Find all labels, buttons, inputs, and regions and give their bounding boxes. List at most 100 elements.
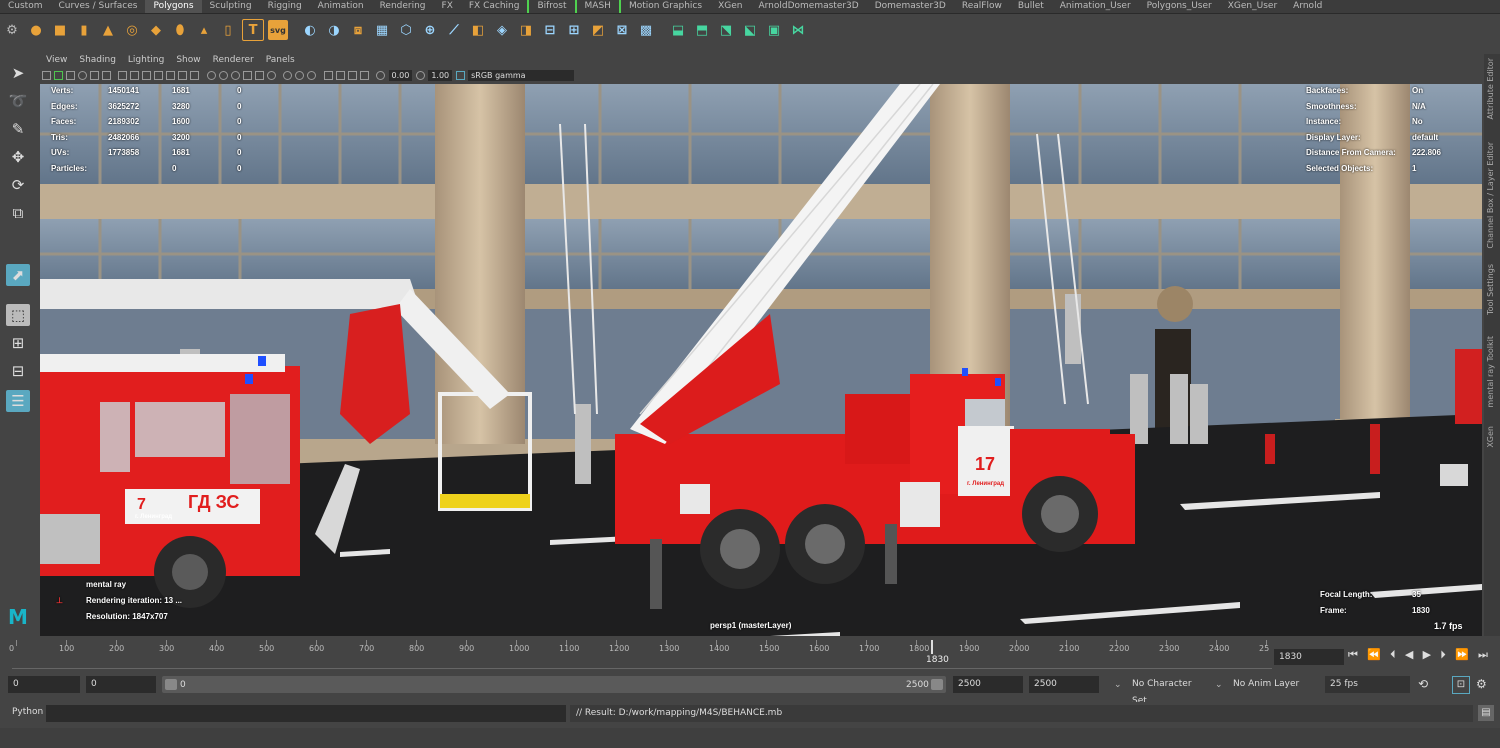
safe-action-icon[interactable]	[178, 71, 187, 80]
poly-plane-icon[interactable]: ◆	[146, 20, 166, 40]
lasso-tool-icon[interactable]: ➰	[6, 90, 30, 112]
image-plane-icon[interactable]	[77, 71, 87, 80]
shelf-tab-bullet[interactable]: Bullet	[1010, 0, 1052, 13]
exposure-field[interactable]: 0.00	[388, 70, 413, 81]
xray-components-icon[interactable]	[359, 71, 369, 80]
play-forward-icon[interactable]: ▶	[1423, 648, 1431, 664]
bool-icon[interactable]: ⊕	[420, 20, 440, 40]
shelf-tab-bifrost[interactable]: Bifrost	[527, 0, 574, 13]
single-perspective-layout-icon[interactable]: ⬚	[6, 304, 30, 326]
safe-title-icon[interactable]	[190, 71, 199, 80]
field-chart-icon[interactable]	[166, 71, 175, 80]
outliner-layout-icon[interactable]: ☰	[6, 390, 30, 412]
poly-pipe-icon[interactable]: ▯	[218, 20, 238, 40]
move-tool-icon[interactable]: ✥	[6, 146, 30, 168]
text-tool-icon[interactable]: T	[242, 19, 264, 41]
view-transform-dropdown[interactable]: sRGB gamma	[468, 70, 575, 81]
combine-icon[interactable]: ◐	[300, 20, 320, 40]
rotate-tool-icon[interactable]: ⟳	[6, 174, 30, 196]
shadows-icon[interactable]	[254, 71, 264, 80]
play-backward-icon[interactable]: ◀	[1405, 648, 1413, 664]
end-time-field[interactable]: 2500	[1029, 676, 1099, 693]
command-input[interactable]	[46, 705, 566, 722]
go-to-end-icon[interactable]: ⏭	[1478, 648, 1488, 664]
smooth-icon[interactable]: ▦	[372, 20, 392, 40]
panel-menu-panels[interactable]: Panels	[260, 54, 301, 67]
shelf-tab-arnold[interactable]: Arnold	[1285, 0, 1330, 13]
bevel-icon[interactable]: ◈	[492, 20, 512, 40]
anim-end-field[interactable]: 2500	[953, 676, 1023, 693]
shelf-tab-fx[interactable]: FX	[434, 0, 461, 13]
extrude-icon[interactable]: ◧	[468, 20, 488, 40]
xray-joints-icon[interactable]	[347, 71, 357, 80]
step-back-key-icon[interactable]: ⏪	[1367, 648, 1381, 664]
uv-editor-icon[interactable]: ▩	[636, 20, 656, 40]
side-tab-xgen[interactable]: XGen	[1486, 426, 1495, 448]
gate-mask-icon[interactable]	[154, 71, 163, 80]
panel-menu-show[interactable]: Show	[170, 54, 206, 67]
start-time-field[interactable]: 0	[8, 676, 80, 693]
shelf-tab-motion-graphics[interactable]: Motion Graphics	[618, 0, 710, 13]
paint-select-icon[interactable]: ✎	[6, 118, 30, 140]
range-slider[interactable]	[162, 676, 946, 693]
shelf-tab-curves-surfaces[interactable]: Curves / Surfaces	[50, 0, 145, 13]
auto-key-icon[interactable]: ⊡	[1452, 676, 1470, 694]
last-tool-icon[interactable]: ⬈	[6, 264, 30, 286]
step-forward-frame-icon[interactable]: ⏵	[1440, 648, 1446, 664]
two-d-pan-icon[interactable]	[89, 71, 99, 80]
panel-menu-view[interactable]: View	[40, 54, 73, 67]
side-tab-channel-box-layer-editor[interactable]: Channel Box / Layer Editor	[1486, 142, 1495, 249]
edge-loop-icon[interactable]: ⊞	[564, 20, 584, 40]
range-start-handle[interactable]	[165, 679, 177, 690]
textured-icon[interactable]	[230, 71, 240, 80]
isolate-select-icon[interactable]	[323, 71, 333, 80]
anim-layer-menu-icon[interactable]: ⌄	[1215, 680, 1223, 690]
shelf-tab-xgen-user[interactable]: XGen_User	[1220, 0, 1285, 13]
exposure-icon[interactable]	[376, 71, 385, 80]
gamma-icon[interactable]	[415, 71, 425, 80]
spherical-map-icon[interactable]: ⬔	[716, 20, 736, 40]
resolution-gate-icon[interactable]	[142, 71, 151, 80]
poly-cylinder-icon[interactable]: ▮	[74, 20, 94, 40]
select-tool-icon[interactable]: ➤	[6, 62, 30, 84]
preferences-icon[interactable]: ⚙	[1476, 677, 1487, 691]
anim-layer-dropdown[interactable]: No Anim Layer	[1228, 676, 1313, 693]
anti-aliasing-icon[interactable]	[295, 71, 304, 80]
panel-menu-renderer[interactable]: Renderer	[207, 54, 260, 67]
film-gate-icon[interactable]	[130, 71, 139, 80]
separate-icon[interactable]: ◑	[324, 20, 344, 40]
shelf-tab-mash[interactable]: MASH	[574, 0, 619, 13]
go-to-start-icon[interactable]: ⏮	[1348, 648, 1358, 664]
time-cursor[interactable]	[931, 640, 933, 654]
shelf-tab-rendering[interactable]: Rendering	[372, 0, 434, 13]
ambient-occlusion-icon[interactable]	[266, 71, 276, 80]
lights-icon[interactable]	[242, 71, 252, 80]
range-end-handle[interactable]	[931, 679, 943, 690]
shelf-settings-icon[interactable]: ⚙	[2, 20, 22, 40]
remesh-icon[interactable]: ⬡	[396, 20, 416, 40]
shelf-tab-xgen[interactable]: XGen	[710, 0, 750, 13]
poly-pyramid-icon[interactable]: ▴	[194, 20, 214, 40]
bridge-icon[interactable]: ⟋	[444, 20, 464, 40]
shelf-tab-sculpting[interactable]: Sculpting	[202, 0, 260, 13]
side-tab-mental-ray-toolkit[interactable]: mental ray Toolkit	[1486, 336, 1495, 408]
shelf-tab-rigging[interactable]: Rigging	[260, 0, 310, 13]
grease-pencil-icon[interactable]	[101, 71, 111, 80]
two-view-layout-icon[interactable]: ⊟	[6, 360, 30, 382]
shelf-tab-polygons[interactable]: Polygons	[145, 0, 202, 13]
character-set-dropdown[interactable]: No Character Set	[1127, 676, 1207, 706]
fps-dropdown[interactable]: 25 fps	[1325, 676, 1410, 693]
wireframe-icon[interactable]	[206, 71, 216, 80]
script-editor-icon[interactable]: ▤	[1478, 705, 1494, 721]
motion-blur-icon[interactable]	[283, 71, 292, 80]
camera-attributes-icon[interactable]	[53, 71, 63, 80]
multicut-icon[interactable]: ⊟	[540, 20, 560, 40]
svg-tool-icon[interactable]: svg	[268, 20, 288, 40]
perspective-viewport[interactable]: 7 ГД ЗС г. Ленинград 17 г. Ленинград Ver…	[40, 84, 1482, 636]
script-language-toggle[interactable]: Python	[12, 707, 43, 717]
current-frame-field[interactable]: 1830	[1274, 649, 1344, 665]
shelf-tab-fx-caching[interactable]: FX Caching	[461, 0, 528, 13]
shelf-tab-arnolddomemaster3d[interactable]: ArnoldDomemaster3D	[750, 0, 866, 13]
character-set-menu-icon[interactable]: ⌄	[1114, 680, 1122, 690]
select-camera-icon[interactable]	[41, 71, 51, 80]
